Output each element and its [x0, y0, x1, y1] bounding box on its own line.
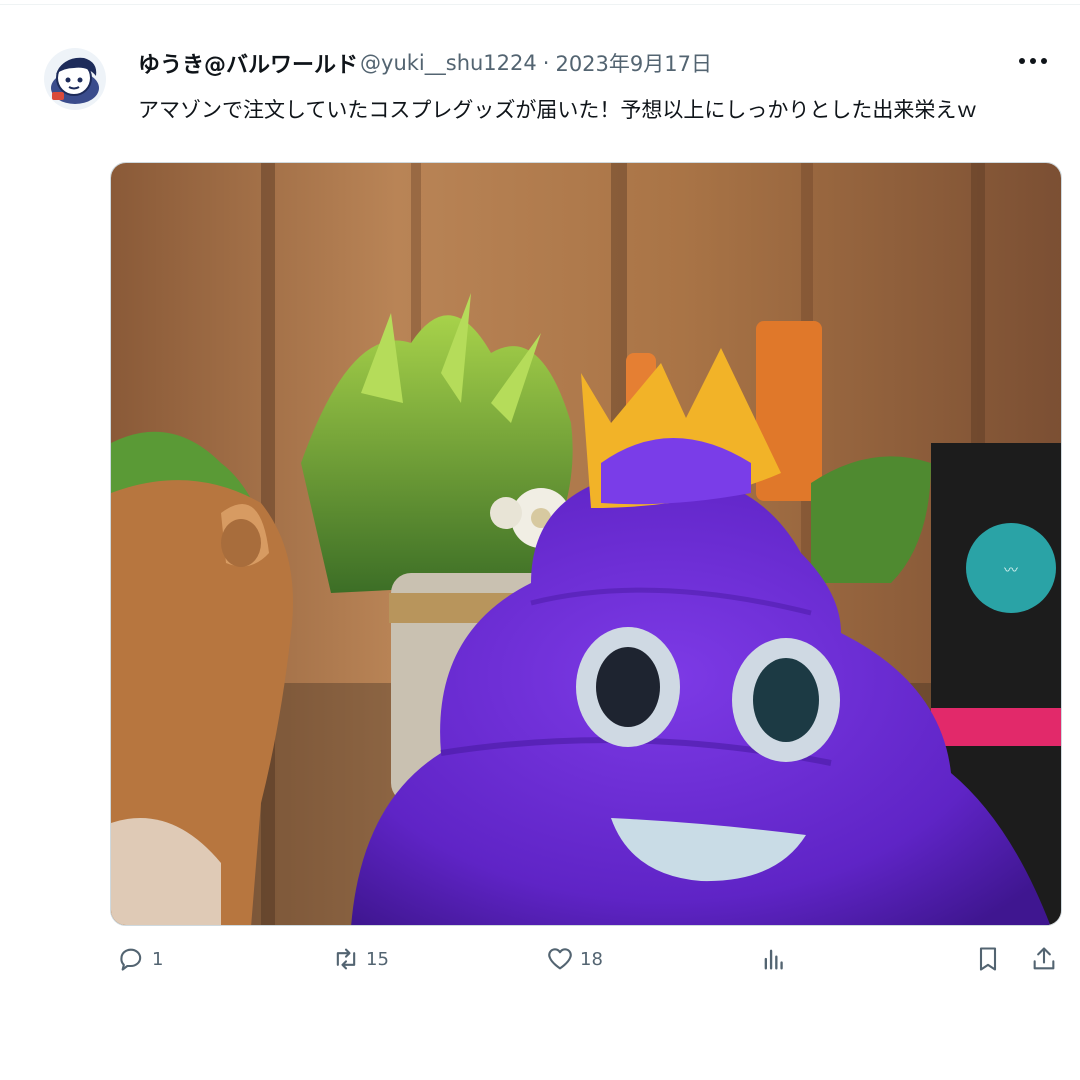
share-button[interactable]: [1030, 938, 1058, 980]
tweet-header: ゆうき@バルワールド @yuki__shu1224 · 2023年9月17日: [138, 44, 712, 82]
more-button[interactable]: [1010, 46, 1056, 76]
tweet-text: アマゾンで注文していたコスプレグッズが届いた！予想以上にしっかりとした出来栄えｗ: [138, 98, 978, 122]
avatar-image: [44, 48, 106, 110]
reply-button[interactable]: 1: [118, 938, 163, 980]
analytics-icon: [764, 949, 783, 970]
share-icon: [1033, 947, 1055, 970]
like-button[interactable]: 18: [546, 938, 603, 980]
retweet-button[interactable]: 15: [332, 938, 389, 980]
avatar[interactable]: [44, 48, 106, 110]
badge-text: 〰: [1004, 563, 1018, 579]
display-name[interactable]: ゆうき@バルワールド: [138, 47, 358, 79]
separator-dot: ·: [542, 51, 550, 75]
retweet-icon: [336, 948, 356, 970]
tweet-media[interactable]: 〰: [110, 162, 1062, 926]
tweet-date[interactable]: 2023年9月17日: [555, 48, 712, 78]
user-handle[interactable]: @yuki__shu1224: [360, 51, 537, 75]
views-button[interactable]: [760, 938, 788, 980]
heart-icon: [548, 948, 572, 970]
bookmark-button[interactable]: [974, 938, 1002, 980]
plush-photo: 〰: [111, 163, 1061, 925]
reply-icon: [120, 948, 142, 971]
top-divider: [0, 4, 1080, 5]
retweet-count: 15: [366, 948, 389, 970]
reply-count: 1: [152, 948, 164, 970]
more-icon: [1019, 58, 1047, 64]
action-bar: 1 15 18: [110, 938, 1070, 980]
like-count: 18: [580, 948, 603, 970]
bookmark-icon: [979, 947, 997, 971]
